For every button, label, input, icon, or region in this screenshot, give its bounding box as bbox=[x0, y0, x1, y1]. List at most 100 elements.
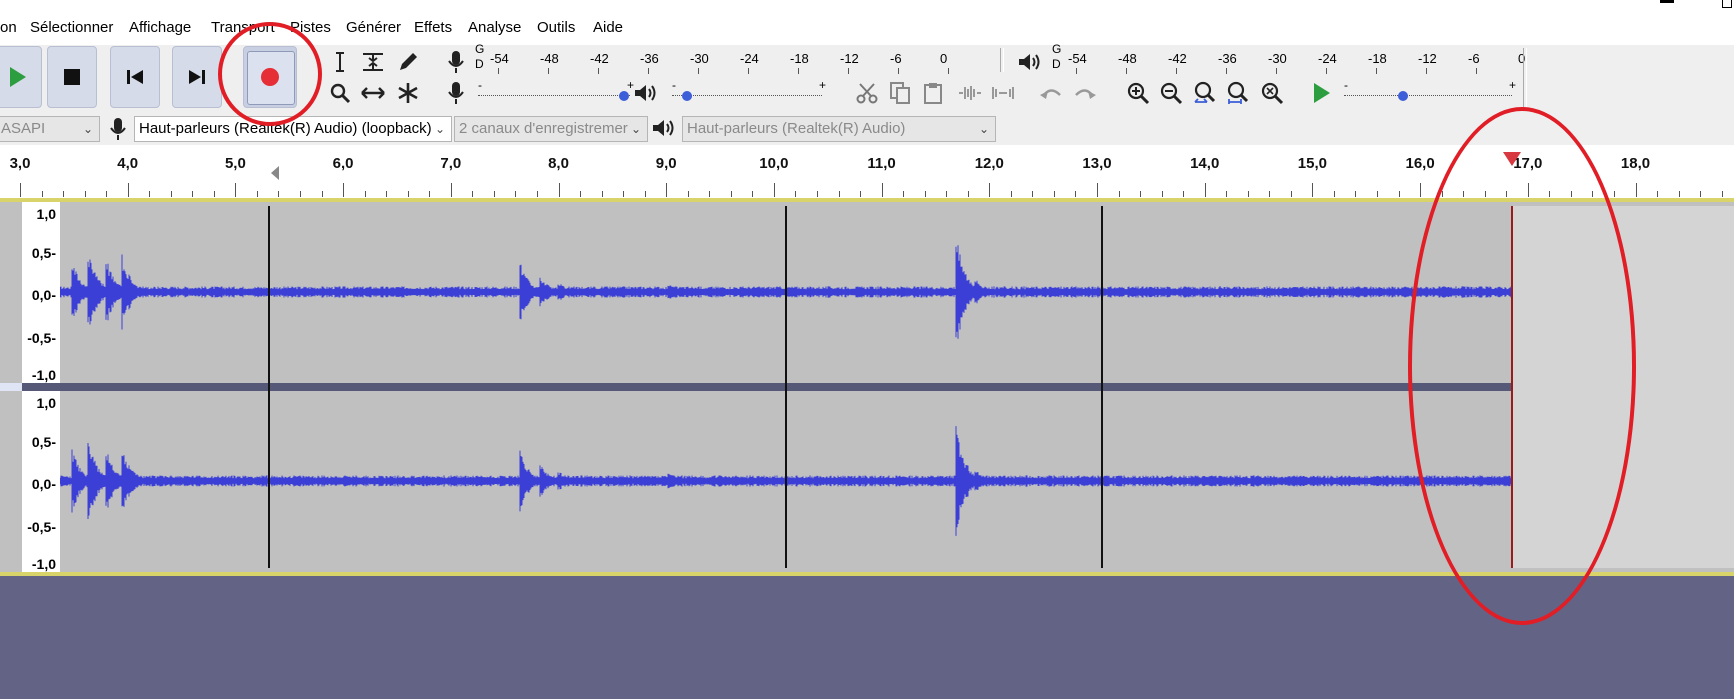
zoom-out-button[interactable] bbox=[1156, 78, 1186, 108]
zoom-in-button[interactable] bbox=[1123, 78, 1153, 108]
fit-project-button[interactable] bbox=[1223, 78, 1253, 108]
play-speed-thumb[interactable] bbox=[1397, 91, 1408, 101]
clip-boundary[interactable] bbox=[1101, 206, 1103, 568]
timeline-minor-tick bbox=[493, 191, 495, 197]
double-arrow-icon bbox=[361, 87, 385, 99]
paste-button[interactable] bbox=[918, 78, 948, 108]
microphone-icon bbox=[110, 118, 126, 140]
timeline-label: 14,0 bbox=[1190, 155, 1220, 172]
timeline-minor-tick bbox=[364, 191, 366, 197]
meter-scale-label: -30 bbox=[690, 51, 709, 66]
minimize-icon[interactable] bbox=[1660, 0, 1674, 3]
meter-scale-label: -18 bbox=[790, 51, 809, 66]
timeline-minor-tick bbox=[687, 191, 689, 197]
silence-audio-button[interactable] bbox=[988, 78, 1018, 108]
meter-scale-label: -24 bbox=[1318, 51, 1337, 66]
timeline-minor-tick bbox=[1678, 191, 1680, 197]
redo-button[interactable] bbox=[1070, 78, 1100, 108]
menu-help[interactable]: Aide bbox=[593, 19, 623, 36]
trim-audio-button[interactable] bbox=[955, 78, 985, 108]
menu-generate[interactable]: Générer bbox=[346, 19, 401, 36]
skip-to-end-button[interactable] bbox=[172, 46, 222, 108]
menu-file-partial[interactable]: on bbox=[0, 19, 17, 36]
timeline-minor-tick bbox=[709, 191, 711, 197]
timeline-minor-tick bbox=[278, 191, 280, 197]
record-volume-icon-button bbox=[441, 78, 471, 108]
audio-host-select[interactable]: ASAPI ⌄ bbox=[0, 116, 100, 142]
timeline-major-tick bbox=[20, 183, 21, 197]
play-icon bbox=[1314, 83, 1330, 103]
record-volume-thumb[interactable] bbox=[618, 91, 629, 101]
timeline-minor-tick bbox=[386, 191, 388, 197]
time-shift-tool[interactable] bbox=[358, 78, 388, 108]
meter-tick bbox=[948, 68, 949, 74]
timeline-label: 3,0 bbox=[9, 155, 31, 172]
timeline-minor-tick bbox=[946, 191, 948, 197]
timeline-minor-tick bbox=[256, 191, 258, 197]
timeline-minor-tick bbox=[192, 191, 194, 197]
timeline-major-tick bbox=[1097, 183, 1098, 197]
meter-tick bbox=[1326, 68, 1327, 74]
timeline-minor-tick bbox=[1140, 191, 1142, 197]
recording-channels-select[interactable]: 2 canaux d'enregistremer ⌄ bbox=[454, 116, 648, 142]
meter-tick bbox=[1076, 68, 1077, 74]
timeline-minor-tick bbox=[407, 191, 409, 197]
copy-icon bbox=[890, 82, 910, 104]
timeline-major-tick bbox=[343, 183, 345, 197]
record-meter-channels: G D bbox=[475, 42, 485, 71]
record-meter[interactable]: -54 -48 -42 -36 -30 -24 -18 -12 -6 0 bbox=[490, 45, 990, 75]
timeline-label: 9,0 bbox=[655, 155, 677, 172]
meter-scale-label: -36 bbox=[640, 51, 659, 66]
play-at-speed-button[interactable] bbox=[1306, 78, 1336, 108]
meter-scale-label: -6 bbox=[1468, 51, 1480, 66]
timeline-major-tick bbox=[666, 183, 668, 197]
zoom-toggle-button[interactable] bbox=[1257, 78, 1287, 108]
timeline-minor-tick bbox=[623, 191, 625, 197]
play-speed-slider[interactable]: - + bbox=[1344, 78, 1516, 101]
record-meter-button[interactable] bbox=[441, 47, 471, 77]
microphone-icon bbox=[448, 51, 464, 73]
draw-tool[interactable] bbox=[393, 47, 423, 77]
play-button[interactable] bbox=[0, 46, 42, 108]
timeline-minor-tick bbox=[84, 191, 86, 197]
playback-volume-slider[interactable]: - + bbox=[672, 78, 826, 101]
menu-select[interactable]: Sélectionner bbox=[30, 19, 113, 36]
meter-scale-label: -18 bbox=[1368, 51, 1387, 66]
timeline-minor-tick bbox=[1226, 191, 1228, 197]
clip-boundary[interactable] bbox=[785, 206, 787, 568]
menu-view[interactable]: Affichage bbox=[129, 19, 191, 36]
timeline-minor-tick bbox=[1700, 191, 1702, 197]
restore-icon[interactable] bbox=[1722, 0, 1732, 8]
timeline-label: 4,0 bbox=[117, 155, 139, 172]
menu-effects[interactable]: Effets bbox=[414, 19, 452, 36]
chevron-down-icon: ⌄ bbox=[630, 122, 641, 136]
stop-button[interactable] bbox=[47, 46, 97, 108]
menu-analyze[interactable]: Analyse bbox=[468, 19, 521, 36]
playback-meter[interactable]: -54 -48 -42 -36 -30 -24 -18 -12 -6 0 bbox=[1068, 45, 1568, 75]
scissors-icon bbox=[856, 83, 878, 104]
selection-tool[interactable] bbox=[325, 47, 355, 77]
cut-button[interactable] bbox=[852, 78, 882, 108]
timeline-minor-tick bbox=[601, 191, 603, 197]
zoom-tool[interactable] bbox=[325, 78, 355, 108]
record-volume-slider[interactable]: - + bbox=[478, 78, 634, 101]
menu-tools[interactable]: Outils bbox=[537, 19, 575, 36]
clip-boundary[interactable] bbox=[268, 206, 270, 568]
playback-device-select[interactable]: Haut-parleurs (Realtek(R) Audio) ⌄ bbox=[682, 116, 996, 142]
meter-scale-label: 0 bbox=[940, 51, 948, 66]
multi-tool[interactable] bbox=[393, 78, 423, 108]
playback-volume-thumb[interactable] bbox=[682, 91, 692, 101]
timeline-major-tick bbox=[127, 183, 129, 197]
timeline-minor-tick bbox=[1183, 191, 1185, 197]
recording-device-icon bbox=[108, 116, 130, 142]
fit-selection-button[interactable] bbox=[1190, 78, 1220, 108]
timeline-minor-tick bbox=[63, 191, 65, 197]
trim-icon bbox=[959, 86, 981, 100]
zoom-out-icon bbox=[1160, 82, 1183, 105]
skip-to-start-button[interactable] bbox=[110, 46, 160, 108]
playback-meter-button[interactable] bbox=[1015, 47, 1045, 77]
copy-button[interactable] bbox=[885, 78, 915, 108]
undo-button[interactable] bbox=[1036, 78, 1066, 108]
envelope-tool[interactable] bbox=[358, 47, 388, 77]
undo-icon bbox=[1040, 89, 1061, 99]
